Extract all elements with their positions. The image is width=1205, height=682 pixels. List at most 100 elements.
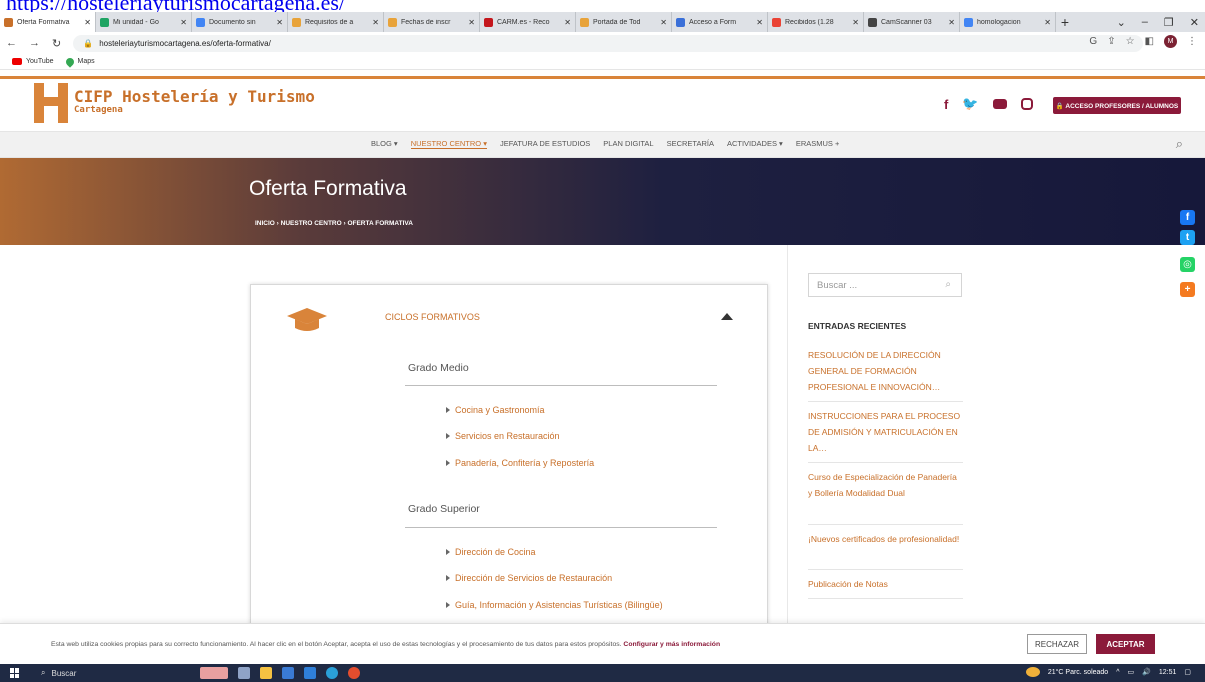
accept-cookies-button[interactable]: ACEPTAR bbox=[1096, 634, 1155, 654]
reject-cookies-button[interactable]: RECHAZAR bbox=[1027, 634, 1087, 654]
course-link[interactable]: Servicios en Restauración bbox=[446, 431, 560, 441]
taskbar-search[interactable]: ⌕ Buscar bbox=[36, 666, 186, 680]
minimize-icon[interactable]: – bbox=[1142, 16, 1148, 28]
recent-post-link[interactable]: INSTRUCCIONES PARA EL PROCESO DE ADMISIÓ… bbox=[808, 408, 963, 456]
search-icon[interactable]: ⌕ bbox=[945, 279, 951, 290]
edge-icon[interactable] bbox=[326, 667, 338, 679]
course-link[interactable]: Dirección de Cocina bbox=[446, 547, 536, 557]
tab-close-icon[interactable]: ✕ bbox=[372, 18, 379, 27]
share-facebook-icon[interactable]: f bbox=[1180, 210, 1195, 225]
cookie-settings-link[interactable]: Configurar y más información bbox=[623, 641, 720, 648]
course-link[interactable]: Panadería, Confitería y Repostería bbox=[446, 458, 594, 468]
instagram-icon[interactable] bbox=[1020, 98, 1033, 110]
network-icon[interactable]: ▭ bbox=[1128, 668, 1135, 676]
tab-close-icon[interactable]: ✕ bbox=[948, 18, 955, 27]
tab-close-icon[interactable]: ✕ bbox=[1044, 18, 1051, 27]
nav-blog[interactable]: BLOG ▾ bbox=[371, 139, 398, 149]
new-tab-button[interactable]: + bbox=[1056, 14, 1074, 30]
browser-tab[interactable]: Portada de Tod ✕ bbox=[576, 12, 672, 32]
clock[interactable]: 12:51 bbox=[1159, 669, 1177, 676]
course-link[interactable]: Dirección de Servicios de Restauración bbox=[446, 573, 612, 583]
bookmark-star-icon[interactable]: ☆ bbox=[1126, 36, 1135, 47]
browser-tab-bar: Oferta Formativa ✕ Mi unidad - Go ✕ Document… bbox=[0, 12, 1205, 32]
nav-nuestro-centro[interactable]: NUESTRO CENTRO ▾ bbox=[410, 139, 487, 149]
nav-actividades[interactable]: ACTIVIDADES ▾ bbox=[727, 139, 783, 149]
share-page-icon[interactable]: ⇪ bbox=[1107, 36, 1115, 47]
browser-tab[interactable]: Fechas de inscr ✕ bbox=[384, 12, 480, 32]
tab-close-icon[interactable]: ✕ bbox=[852, 18, 859, 27]
windows-start-icon[interactable] bbox=[10, 668, 20, 678]
restore-icon[interactable]: ❐ bbox=[1164, 16, 1174, 29]
browser-tab[interactable]: Acceso a Form ✕ bbox=[672, 12, 768, 32]
browser-tab[interactable]: Mi unidad - Go ✕ bbox=[96, 12, 192, 32]
nav-secretaria[interactable]: SECRETARÍA bbox=[667, 139, 714, 149]
recent-divider bbox=[808, 569, 963, 570]
back-icon[interactable]: ← bbox=[6, 37, 17, 49]
twitter-icon[interactable]: 🐦 bbox=[962, 96, 978, 112]
forward-icon[interactable]: → bbox=[29, 37, 40, 49]
sidepanel-icon[interactable]: ◧ bbox=[1145, 36, 1154, 47]
tab-close-icon[interactable]: ✕ bbox=[756, 18, 763, 27]
volume-icon[interactable]: 🔊 bbox=[1142, 668, 1151, 676]
share-twitter-icon[interactable]: t bbox=[1180, 230, 1195, 245]
nav-jefatura[interactable]: JEFATURA DE ESTUDIOS bbox=[500, 139, 590, 149]
browser-tab[interactable]: Requisitos de a ✕ bbox=[288, 12, 384, 32]
browser-tab[interactable]: CamScanner 03 ✕ bbox=[864, 12, 960, 32]
access-teachers-students-button[interactable]: 🔒 ACCESO PROFESORES / ALUMNOS bbox=[1053, 97, 1181, 114]
file-explorer-icon[interactable] bbox=[260, 667, 272, 679]
tab-close-icon[interactable]: ✕ bbox=[564, 18, 571, 27]
google-icon[interactable]: G bbox=[1089, 36, 1097, 47]
breadcrumb[interactable]: INICIO › NUESTRO CENTRO › OFERTA FORMATI… bbox=[255, 220, 413, 227]
tab-close-icon[interactable]: ✕ bbox=[180, 18, 187, 27]
browser-tab[interactable]: CARM.es - Reco ✕ bbox=[480, 12, 576, 32]
notifications-icon[interactable]: ▢ bbox=[1184, 668, 1191, 676]
recent-post-link[interactable]: RESOLUCIÓN DE LA DIRECCIÓN GENERAL DE FO… bbox=[808, 347, 963, 395]
menu-icon[interactable]: ⋮ bbox=[1187, 36, 1197, 47]
tab-search-icon[interactable]: ⌄ bbox=[1117, 16, 1126, 29]
bookmark-maps[interactable]: Maps bbox=[63, 55, 95, 68]
tab-close-icon[interactable]: ✕ bbox=[276, 18, 283, 27]
tab-favicon-icon bbox=[772, 17, 781, 27]
share-more-icon[interactable]: + bbox=[1180, 282, 1195, 297]
tab-favicon-icon bbox=[868, 17, 877, 27]
bookmark-youtube[interactable]: YouTube bbox=[12, 58, 54, 65]
site-title[interactable]: CIFP Hostelería y Turismo bbox=[74, 87, 315, 106]
weather-icon[interactable] bbox=[1025, 667, 1040, 677]
search-icon[interactable]: ⌕ bbox=[1176, 136, 1183, 152]
nav-erasmus[interactable]: ERASMUS + bbox=[796, 139, 840, 149]
browser-tab[interactable]: homologacion ✕ bbox=[960, 12, 1056, 32]
news-widget-icon[interactable] bbox=[200, 667, 228, 679]
url-field[interactable]: 🔒 hosteleriayturismocartagena.es/oferta-… bbox=[73, 34, 1144, 52]
tab-label: Oferta Formativa bbox=[17, 18, 70, 26]
sidebar-search-input[interactable]: Buscar ... ⌕ bbox=[808, 273, 962, 297]
tab-favicon-icon bbox=[580, 17, 589, 27]
recent-posts-title: ENTRADAS RECIENTES bbox=[808, 321, 907, 331]
mail-icon[interactable] bbox=[304, 667, 316, 679]
recent-post-link[interactable]: ¡Nuevos certificados de profesionalidad! bbox=[808, 531, 963, 547]
reload-icon[interactable]: ↻ bbox=[52, 37, 61, 50]
share-whatsapp-icon[interactable]: ◎ bbox=[1180, 257, 1195, 272]
store-icon[interactable] bbox=[282, 667, 294, 679]
facebook-icon[interactable]: f bbox=[944, 97, 948, 112]
site-logo-icon[interactable] bbox=[34, 83, 68, 123]
browser-tab[interactable]: Recibidos (1.28 ✕ bbox=[768, 12, 864, 32]
tab-close-icon[interactable]: ✕ bbox=[660, 18, 667, 27]
youtube-channel-icon[interactable] bbox=[992, 99, 1007, 109]
task-view-icon[interactable] bbox=[238, 667, 250, 679]
course-link[interactable]: Cocina y Gastronomía bbox=[446, 405, 545, 415]
nav-plan-digital[interactable]: PLAN DIGITAL bbox=[603, 139, 653, 149]
close-window-icon[interactable]: ✕ bbox=[1190, 16, 1199, 29]
course-link[interactable]: Guía, Información y Asistencias Turístic… bbox=[446, 600, 663, 610]
tab-close-icon[interactable]: ✕ bbox=[84, 18, 91, 27]
browser-tab[interactable]: Documento sin ✕ bbox=[192, 12, 288, 32]
recent-post-link[interactable]: Curso de Especialización de Panadería y … bbox=[808, 469, 963, 501]
browser-tab[interactable]: Oferta Formativa ✕ bbox=[0, 12, 96, 32]
profile-avatar[interactable]: M bbox=[1164, 35, 1177, 48]
caret-right-icon bbox=[446, 549, 450, 555]
recent-post-link[interactable]: Publicación de Notas bbox=[808, 576, 963, 592]
collapse-arrow-icon[interactable] bbox=[721, 313, 733, 320]
ciclos-heading[interactable]: CICLOS FORMATIVOS bbox=[385, 312, 480, 322]
tray-chevron-icon[interactable]: ^ bbox=[1116, 669, 1119, 676]
tab-close-icon[interactable]: ✕ bbox=[468, 18, 475, 27]
chrome-icon[interactable] bbox=[348, 667, 360, 679]
